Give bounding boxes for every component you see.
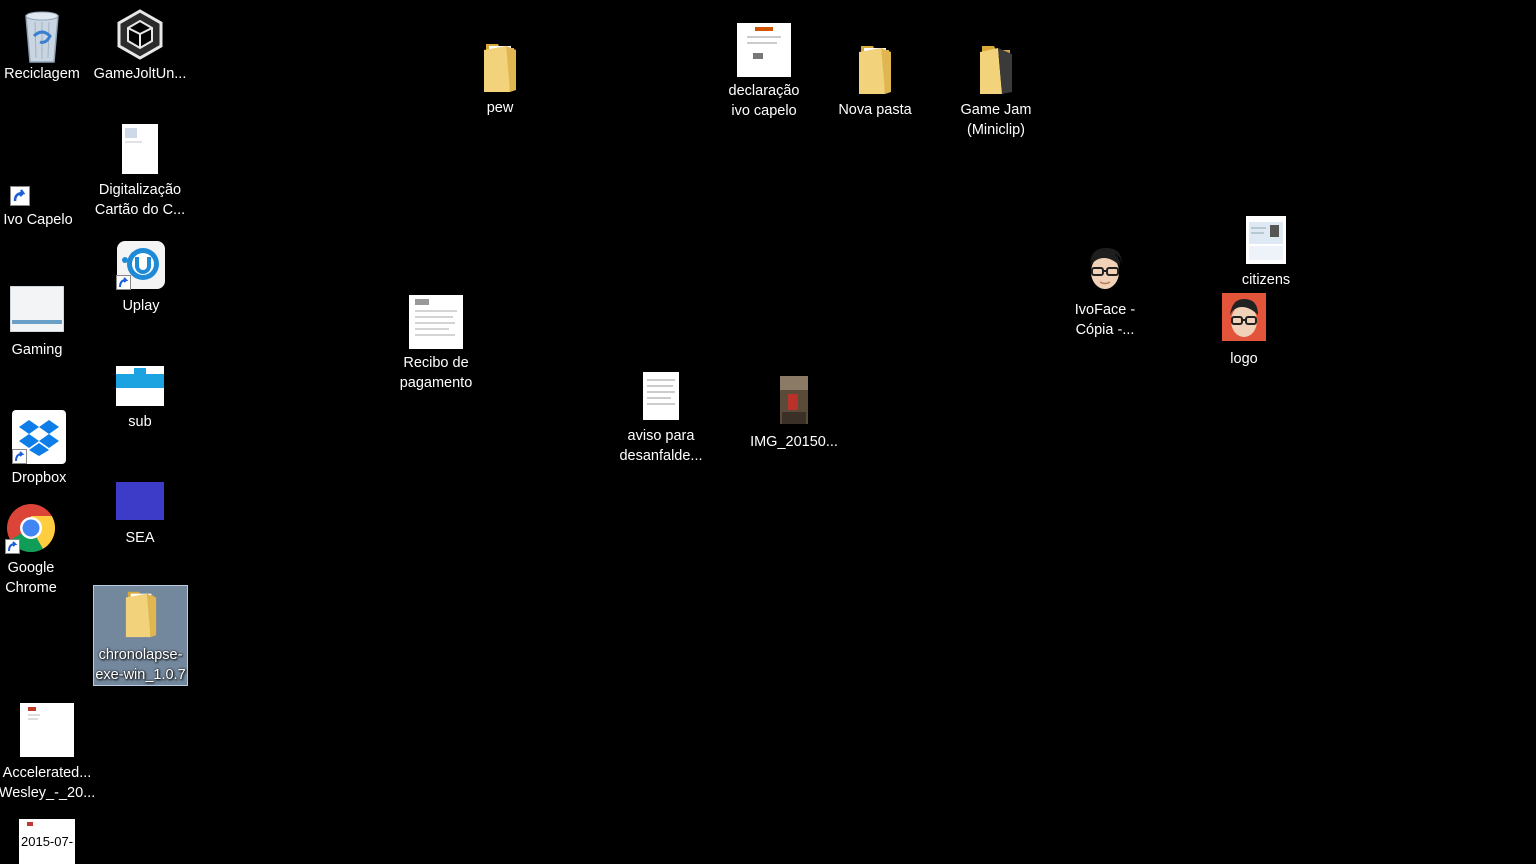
uplay-label-1: Uplay <box>122 298 160 314</box>
dropbox-icon <box>12 410 66 464</box>
accelerated-file[interactable]: Accelerated... Wesley_-_20... <box>0 703 96 803</box>
document-thumbnail-icon <box>737 23 791 77</box>
logo-file[interactable]: logo <box>1208 293 1280 369</box>
ivo-capelo-shortcut[interactable]: Ivo Capelo <box>0 186 76 230</box>
gaming-file[interactable]: Gaming <box>0 286 74 360</box>
chronolapse-label-1: chronolapse- <box>98 647 183 663</box>
ivoface-file[interactable]: IvoFace - Cópia -... <box>1062 244 1148 340</box>
pew-folder[interactable]: pew <box>462 40 538 118</box>
citizens-file[interactable]: citizens <box>1226 216 1306 290</box>
declaracao-label-2: ivo capelo <box>731 103 797 119</box>
folder-icon <box>980 46 1012 94</box>
document-thumbnail-icon <box>643 372 679 420</box>
google-chrome-shortcut[interactable]: Google Chrome <box>0 502 62 598</box>
recycle-bin-label-1: Reciclagem <box>4 66 80 82</box>
shortcut-arrow-icon <box>12 449 27 464</box>
aviso-label-1: aviso para <box>627 428 695 444</box>
recycle-bin-icon <box>25 11 59 63</box>
logo-label-1: logo <box>1230 351 1258 367</box>
sub-thumbnail-icon <box>116 366 164 406</box>
folder-icon <box>125 591 156 638</box>
sub-file[interactable]: sub <box>102 366 178 432</box>
document-thumbnail-icon: 2015-07- <box>19 819 75 864</box>
ivoface-label-2: Cópia -... <box>1075 322 1135 338</box>
sea-label-1: SEA <box>125 530 155 546</box>
declaracao-file[interactable]: declaração ivo capelo <box>718 23 810 121</box>
accelerated-label-1: Accelerated... <box>2 765 92 781</box>
sub-label-1: sub <box>128 414 152 430</box>
recibo-label-2: pagamento <box>399 375 473 391</box>
ivo-capelo-label-1: Ivo Capelo <box>3 212 73 228</box>
img-label-1: IMG_20150... <box>750 434 838 450</box>
digitalizacao-label-2: Cartão do C... <box>94 202 186 218</box>
shortcut-arrow-icon <box>10 186 30 206</box>
document-thumbnail-icon <box>122 124 158 174</box>
recycle-bin-shortcut[interactable]: Reciclagem <box>2 8 82 84</box>
uplay-icon <box>116 240 166 290</box>
uplay-shortcut[interactable]: Uplay <box>98 240 184 316</box>
accelerated-label-2: Wesley_-_20... <box>0 785 96 801</box>
declaracao-label-1: declaração <box>728 83 800 99</box>
recibo-file[interactable]: Recibo de pagamento <box>390 295 482 393</box>
chronolapse-folder[interactable]: chronolapse- exe-win_1.0.7 <box>93 585 188 686</box>
folder-icon <box>859 46 891 94</box>
photo-thumbnail-icon <box>780 376 808 424</box>
gamejolt-label-1: GameJoltUn... <box>93 66 187 82</box>
chronolapse-label-2: exe-win_1.0.7 <box>95 667 186 683</box>
digitalizacao-label-1: Digitalização <box>98 182 182 198</box>
ivoface-label-1: IvoFace - <box>1074 302 1136 318</box>
aviso-label-2: desanfalde... <box>619 448 703 464</box>
game-jam-label-2: (Miniclip) <box>967 122 1025 138</box>
logo-avatar-icon <box>1222 293 1266 341</box>
gaming-label-1: Gaming <box>11 342 63 358</box>
dropbox-shortcut[interactable]: Dropbox <box>2 410 76 488</box>
document-thumbnail-icon <box>20 703 74 757</box>
pew-label-1: pew <box>486 100 514 116</box>
citizens-label-1: citizens <box>1241 272 1291 288</box>
desktop: Reciclagem GameJoltUn... Digitalização C… <box>0 0 1536 864</box>
avatar-face-icon <box>1090 248 1122 289</box>
document-thumbnail-icon <box>409 295 463 349</box>
gaming-thumbnail-icon <box>10 286 64 332</box>
game-jam-folder[interactable]: Game Jam (Miniclip) <box>950 42 1042 140</box>
img-photo-file[interactable]: IMG_20150... <box>748 376 840 452</box>
digitalizacao-file[interactable]: Digitalização Cartão do C... <box>94 124 186 220</box>
dropbox-label-1: Dropbox <box>11 470 67 486</box>
dated-file-label-1: 2015-07- <box>21 834 74 849</box>
sea-file[interactable]: SEA <box>102 482 178 548</box>
shortcut-arrow-icon <box>5 539 20 554</box>
recibo-label-1: Recibo de <box>403 355 469 371</box>
dated-file[interactable]: 2015-07- <box>18 819 76 864</box>
nova-pasta-label-1: Nova pasta <box>838 102 912 118</box>
chrome-icon <box>5 502 57 554</box>
unity-icon <box>117 9 163 60</box>
gamejolt-unity-shortcut[interactable]: GameJoltUn... <box>94 8 186 84</box>
aviso-file[interactable]: aviso para desanfalde... <box>614 372 708 466</box>
sea-thumbnail-icon <box>116 482 164 520</box>
chrome-label-1: Google <box>7 560 55 576</box>
shortcut-arrow-icon <box>116 275 131 290</box>
game-jam-label-1: Game Jam <box>960 102 1032 118</box>
chrome-label-2: Chrome <box>5 580 57 596</box>
folder-icon <box>484 44 516 92</box>
id-card-thumbnail-icon <box>1246 216 1286 264</box>
nova-pasta-folder[interactable]: Nova pasta <box>830 42 920 120</box>
